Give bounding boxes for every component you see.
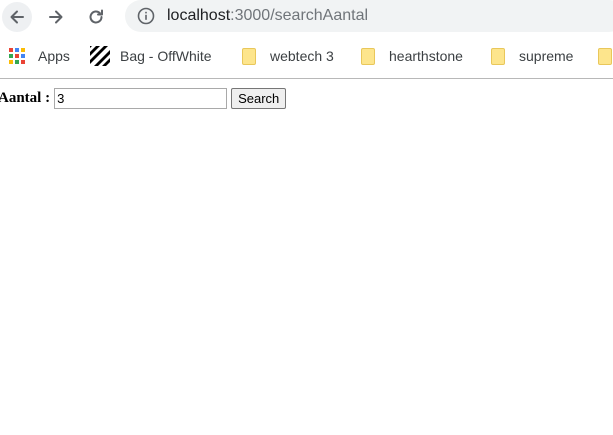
search-button[interactable]: Search — [231, 88, 287, 109]
aantal-label: Aantal : — [0, 90, 51, 106]
url-text[interactable]: localhost:3000/searchAantal — [167, 6, 368, 26]
reload-icon — [89, 9, 103, 24]
back-button[interactable] — [2, 2, 32, 32]
bookmark-label: Apps — [38, 48, 70, 64]
folder-icon — [242, 47, 256, 65]
reload-button[interactable] — [81, 2, 111, 32]
page-content: Aantal : Search — [0, 79, 613, 435]
browser-chrome: localhost:3000/searchAantal Apps Bag - O… — [0, 0, 613, 78]
bookmark-hearthstone[interactable]: hearthstone — [361, 44, 463, 68]
search-form: Aantal : Search — [0, 88, 287, 109]
apps-grid-icon — [9, 48, 25, 64]
url-host: localhost — [167, 7, 231, 24]
bookmark-apps[interactable]: Apps — [8, 44, 70, 68]
arrow-right-icon — [49, 10, 63, 24]
bookmark-bag-offwhite[interactable]: Bag - OffWhite — [90, 44, 212, 68]
bookmark-label: supreme — [519, 48, 574, 64]
arrow-left-icon — [10, 10, 24, 24]
bookmark-label: hearthstone — [389, 48, 463, 64]
address-bar[interactable]: localhost:3000/searchAantal — [125, 0, 613, 32]
url-path: :3000/searchAantal — [230, 7, 369, 24]
aantal-input[interactable] — [54, 88, 228, 109]
bookmark-label: webtech 3 — [270, 48, 334, 64]
forward-button[interactable] — [41, 2, 71, 32]
bookmarks-bar: Apps Bag - OffWhite webtech 3 hearthston… — [0, 40, 613, 72]
offwhite-stripes-icon — [90, 46, 110, 66]
bookmark-supreme[interactable]: supreme — [491, 44, 573, 68]
info-icon[interactable] — [137, 7, 155, 25]
folder-icon — [598, 47, 612, 65]
folder-icon — [361, 47, 375, 65]
bookmark-label: Bag - OffWhite — [120, 48, 212, 64]
folder-icon — [491, 47, 505, 65]
bookmark-overflow[interactable] — [598, 44, 612, 68]
navigation-bar: localhost:3000/searchAantal — [0, 0, 613, 36]
bookmark-webtech-3[interactable]: webtech 3 — [242, 44, 334, 68]
